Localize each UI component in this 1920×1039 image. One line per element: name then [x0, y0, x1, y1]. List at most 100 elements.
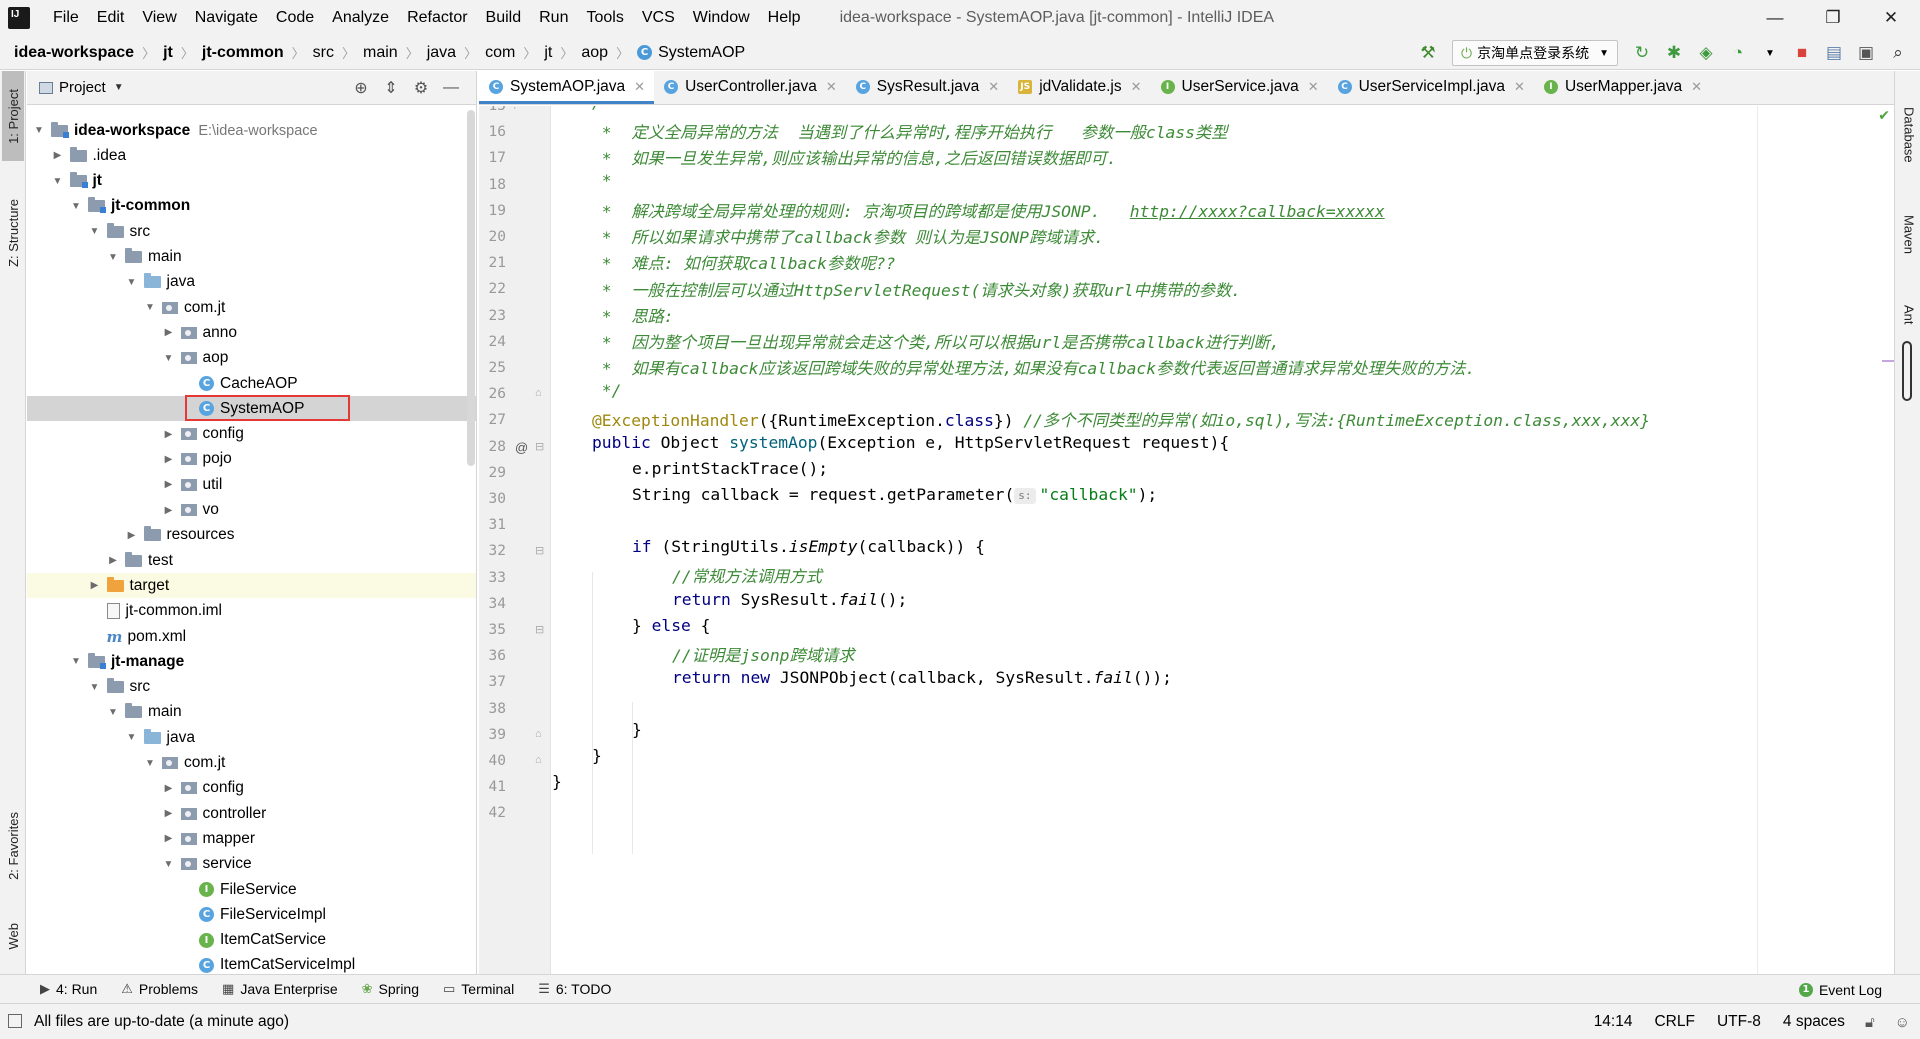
tool-tab-todo[interactable]: ☰ 6: TODO — [526, 981, 623, 997]
override-annotation-icon[interactable]: @ — [515, 440, 528, 455]
tree-item-target[interactable]: ▶ target — [27, 573, 476, 599]
search-icon[interactable]: ⌕ — [1884, 39, 1912, 67]
tab-systemaop-java[interactable]: C SystemAOP.java ✕ — [479, 70, 655, 104]
breadcrumb-current[interactable]: SystemAOP — [658, 44, 745, 62]
tab-userserviceimpl-java[interactable]: C UserServiceImpl.java ✕ — [1328, 70, 1534, 104]
editor-scrollbar[interactable]: ✔ — [1878, 106, 1894, 974]
stop-icon[interactable]: ■ — [1788, 39, 1816, 67]
tab-usermapper-java[interactable]: I UserMapper.java ✕ — [1534, 70, 1711, 104]
fold-icon[interactable]: ⊟ — [535, 440, 544, 453]
tree-item-itemcatservice[interactable]: I ItemCatService — [27, 928, 476, 953]
collapsed-arrow-icon[interactable]: ▶ — [126, 530, 138, 541]
menu-analyze[interactable]: Analyze — [323, 0, 398, 36]
indent-setting[interactable]: 4 spaces — [1783, 1013, 1845, 1031]
collapsed-arrow-icon[interactable]: ▶ — [163, 454, 175, 465]
coverage-icon[interactable]: ◈ — [1692, 39, 1720, 67]
breadcrumb-item[interactable]: aop — [581, 44, 608, 62]
close-icon[interactable]: ✕ — [988, 79, 999, 95]
breadcrumb-item[interactable]: idea-workspace — [14, 44, 134, 62]
tool-tab-structure[interactable]: Z: Structure — [2, 183, 24, 283]
expanded-arrow-icon[interactable]: ▼ — [163, 353, 175, 364]
expanded-arrow-icon[interactable]: ▼ — [33, 125, 45, 136]
expanded-arrow-icon[interactable]: ▼ — [70, 201, 82, 212]
restore-button[interactable]: ❐ — [1804, 0, 1862, 36]
toggle-tool-windows-icon[interactable] — [8, 1014, 22, 1028]
inspector-icon[interactable]: ☺︎ — [1895, 1014, 1910, 1031]
project-structure-icon[interactable]: ▤ — [1820, 39, 1848, 67]
tree-item-pojo[interactable]: ▶ pojo — [27, 447, 476, 472]
menu-build[interactable]: Build — [477, 0, 531, 36]
fold-icon[interactable]: ⊟ — [535, 544, 544, 557]
tree-item-vo[interactable]: ▶ vo — [27, 498, 476, 523]
breadcrumb-item[interactable]: main — [363, 44, 398, 62]
profile-icon[interactable]: ◔ — [1724, 39, 1752, 67]
code-area[interactable]: /** * 定义全局异常的方法 当遇到了什么异常时,程序开始执行 参数一般cla… — [552, 106, 1852, 974]
chevron-down-icon[interactable]: ▼ — [1756, 39, 1784, 67]
lock-icon[interactable]: 🔓︎ — [1865, 1014, 1875, 1031]
collapsed-arrow-icon[interactable]: ▶ — [89, 580, 101, 591]
breadcrumb-item[interactable]: java — [427, 44, 456, 62]
tree-item-mapper[interactable]: ▶ mapper — [27, 826, 476, 851]
code-editor[interactable]: 15 16 17 18 19 20 21 22 23 24 25 26 27 28 29 30 31 32 33 34… — [479, 106, 1894, 974]
scroll-indicator[interactable] — [1902, 341, 1912, 401]
menu-edit[interactable]: Edit — [88, 0, 134, 36]
tab-userservice-java[interactable]: I UserService.java ✕ — [1151, 70, 1328, 104]
locate-file-icon[interactable]: ⊕ — [346, 78, 376, 98]
debug-bug-icon[interactable]: ✱ — [1660, 39, 1688, 67]
tree-scrollbar[interactable] — [467, 110, 475, 466]
tree-item-com-jt[interactable]: ▼ com.jt — [27, 295, 476, 320]
expanded-arrow-icon[interactable]: ▼ — [89, 226, 101, 237]
rerun-icon[interactable]: ↻ — [1628, 39, 1656, 67]
collapsed-arrow-icon[interactable]: ▶ — [163, 327, 175, 338]
tree-item-config[interactable]: ▶ config — [27, 776, 476, 801]
hammer-build-icon[interactable]: ⚒ — [1414, 39, 1442, 67]
tree-item-fileservice[interactable]: I FileService — [27, 877, 476, 902]
tool-tab-maven[interactable]: Maven — [1898, 193, 1920, 277]
tool-tab-project[interactable]: 1: Project — [2, 71, 24, 161]
menu-code[interactable]: Code — [267, 0, 323, 36]
tree-item-idea-workspace[interactable]: ▼ idea-workspace E:\idea-workspace — [27, 118, 476, 143]
hide-panel-icon[interactable]: — — [436, 79, 466, 97]
fold-icon[interactable]: ⁝ — [513, 106, 517, 112]
layout-icon[interactable]: ▣ — [1852, 39, 1880, 67]
menu-view[interactable]: View — [133, 0, 185, 36]
menu-run[interactable]: Run — [530, 0, 577, 36]
project-panel-title[interactable]: Project — [59, 79, 106, 96]
expanded-arrow-icon[interactable]: ▼ — [163, 859, 175, 870]
tool-tab-java-enterprise[interactable]: ▦ Java Enterprise — [210, 981, 350, 997]
tree-item-main[interactable]: ▼ main — [27, 245, 476, 270]
tree-item-service[interactable]: ▼ service — [27, 852, 476, 877]
menu-refactor[interactable]: Refactor — [398, 0, 476, 36]
tree-item-pom-xml[interactable]: m pom.xml — [27, 624, 476, 649]
expanded-arrow-icon[interactable]: ▼ — [52, 176, 64, 187]
collapsed-arrow-icon[interactable]: ▶ — [52, 150, 64, 161]
breadcrumb-item[interactable]: com — [485, 44, 515, 62]
tree-item-jt[interactable]: ▼ jt — [27, 169, 476, 194]
minimize-button[interactable]: — — [1746, 0, 1804, 36]
collapse-all-icon[interactable]: ⇕ — [376, 78, 406, 98]
close-icon[interactable]: ✕ — [634, 79, 645, 95]
tree-item-java[interactable]: ▼ java — [27, 270, 476, 295]
tree-item-jt-manage[interactable]: ▼ jt-manage — [27, 649, 476, 674]
collapsed-arrow-icon[interactable]: ▶ — [107, 555, 119, 566]
expanded-arrow-icon[interactable]: ▼ — [89, 682, 101, 693]
tool-tab-ant[interactable]: Ant — [1898, 285, 1920, 345]
close-icon[interactable]: ✕ — [1691, 79, 1702, 95]
expanded-arrow-icon[interactable]: ▼ — [107, 252, 119, 263]
tree-item-anno[interactable]: ▶ anno — [27, 320, 476, 345]
tree-item-itemcatserviceimpl[interactable]: C ItemCatServiceImpl — [27, 953, 476, 974]
collapsed-arrow-icon[interactable]: ▶ — [163, 833, 175, 844]
tree-item-main[interactable]: ▼ main — [27, 700, 476, 725]
expanded-arrow-icon[interactable]: ▼ — [126, 732, 138, 743]
tree-item-controller[interactable]: ▶ controller — [27, 801, 476, 826]
chevron-down-icon[interactable]: ▼ — [114, 82, 124, 93]
tree-item-java[interactable]: ▼ java — [27, 725, 476, 750]
tree-item--idea[interactable]: ▶ .idea — [27, 143, 476, 168]
breadcrumb-item[interactable]: src — [313, 44, 334, 62]
close-icon[interactable]: ✕ — [1308, 79, 1319, 95]
breadcrumb-item[interactable]: jt — [163, 44, 173, 62]
tool-tab-event-log[interactable]: 1 Event Log — [1798, 975, 1882, 1004]
tree-item-jt-common[interactable]: ▼ jt-common — [27, 194, 476, 219]
tree-item-test[interactable]: ▶ test — [27, 548, 476, 573]
tool-tab-web[interactable]: Web — [2, 911, 24, 961]
